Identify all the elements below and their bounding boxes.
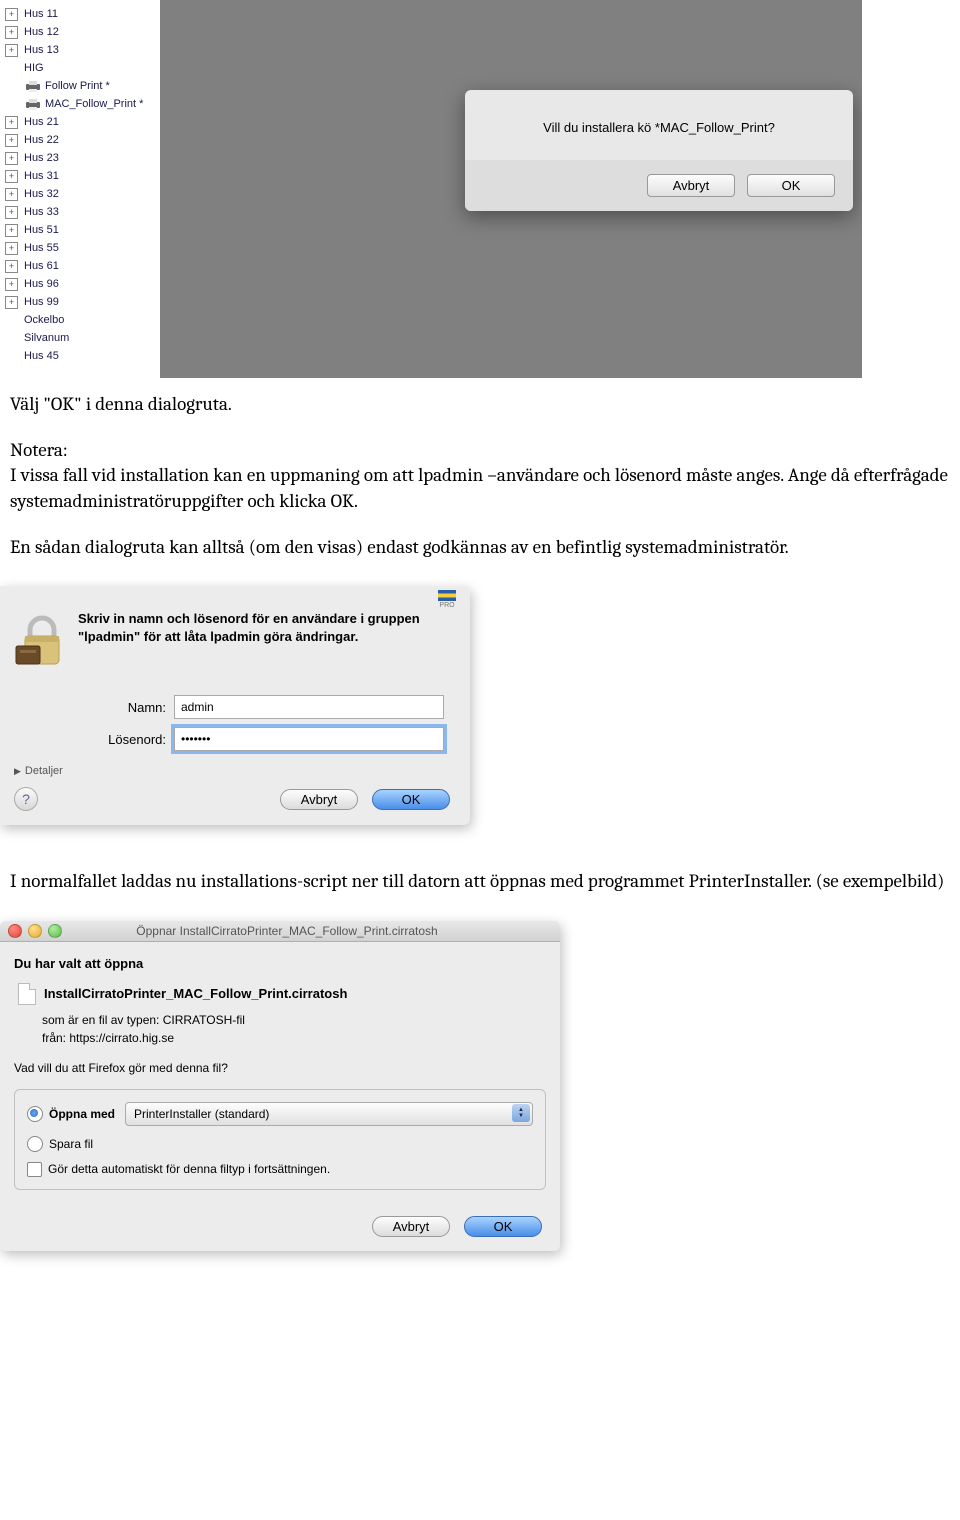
paragraph-2: Notera: I vissa fall vid installation ka… (0, 424, 960, 521)
ok-button[interactable]: OK (464, 1216, 542, 1237)
help-button[interactable]: ? (14, 787, 38, 811)
tree-item-silvanum[interactable]: Silvanum (5, 329, 160, 347)
printer-icon (24, 80, 42, 92)
tree-item-hus22[interactable]: +Hus 22 (5, 131, 160, 149)
tree-item-hus45[interactable]: Hus 45 (5, 347, 160, 365)
minimize-icon[interactable] (28, 924, 42, 938)
tree-item-hus96[interactable]: +Hus 96 (5, 275, 160, 293)
firefox-download-dialog: Öppnar InstallCirratoPrinter_MAC_Follow_… (0, 921, 560, 1251)
window-title: Öppnar InstallCirratoPrinter_MAC_Follow_… (62, 924, 552, 938)
checkbox-unchecked-icon[interactable] (27, 1162, 42, 1177)
name-label: Namn: (90, 700, 174, 715)
confirm-message: Vill du installera kö *MAC_Follow_Print? (465, 90, 853, 160)
expand-icon[interactable]: + (5, 170, 18, 183)
tree-item-follow-print[interactable]: Follow Print * (5, 77, 160, 95)
tree-item-hus23[interactable]: +Hus 23 (5, 149, 160, 167)
tree-item-ockelbo[interactable]: Ockelbo (5, 311, 160, 329)
locale-badge: PRO (438, 590, 456, 609)
install-confirm-dialog: Vill du installera kö *MAC_Follow_Print?… (465, 90, 853, 211)
sweden-flag-icon (438, 590, 456, 601)
expand-icon[interactable]: + (5, 278, 18, 291)
expand-icon[interactable]: + (5, 26, 18, 39)
download-filename: InstallCirratoPrinter_MAC_Follow_Print.c… (18, 983, 546, 1005)
paragraph-4: I normalfallet laddas nu installations-s… (0, 855, 960, 901)
file-type-line: som är en fil av typen: CIRRATOSH-fil (42, 1013, 546, 1027)
download-question: Vad vill du att Firefox gör med denna fi… (14, 1061, 546, 1075)
location-tree: +Hus 11 +Hus 12 +Hus 13 HIG Follow Print… (0, 0, 160, 378)
tree-item-hus33[interactable]: +Hus 33 (5, 203, 160, 221)
tree-item-mac-follow-print[interactable]: MAC_Follow_Print * (5, 95, 160, 113)
cancel-button[interactable]: Avbryt (280, 789, 358, 810)
expand-icon[interactable]: + (5, 152, 18, 165)
expand-icon[interactable]: + (5, 260, 18, 273)
expand-icon[interactable]: + (5, 44, 18, 57)
radio-unchecked-icon[interactable] (27, 1136, 43, 1152)
cancel-button[interactable]: Avbryt (372, 1216, 450, 1237)
tree-item-hus31[interactable]: +Hus 31 (5, 167, 160, 185)
lpadmin-auth-dialog: PRO Skriv in namn och lösenord för en an… (0, 586, 470, 825)
expand-icon[interactable]: + (5, 134, 18, 147)
tree-item-hus11[interactable]: +Hus 11 (5, 5, 160, 23)
password-label: Lösenord: (90, 732, 174, 747)
tree-item-hus13[interactable]: +Hus 13 (5, 41, 160, 59)
zoom-icon[interactable] (48, 924, 62, 938)
password-input[interactable] (174, 727, 444, 751)
auto-checkbox-row[interactable]: Gör detta automatiskt för denna filtyp i… (27, 1162, 533, 1177)
expand-icon[interactable]: + (5, 224, 18, 237)
close-icon[interactable] (8, 924, 22, 938)
tree-item-hus51[interactable]: +Hus 51 (5, 221, 160, 239)
auth-prompt: Skriv in namn och lösenord för en använd… (78, 608, 450, 677)
file-from-line: från: https://cirrato.hig.se (42, 1031, 546, 1045)
tree-item-hus32[interactable]: +Hus 32 (5, 185, 160, 203)
expand-icon[interactable]: + (5, 296, 18, 309)
name-input[interactable] (174, 695, 444, 719)
radio-checked-icon[interactable] (27, 1106, 43, 1122)
chevron-right-icon: ▶ (14, 766, 21, 777)
ok-button[interactable]: OK (747, 174, 835, 197)
expand-icon[interactable]: + (5, 206, 18, 219)
dropdown-arrows-icon: ▲▼ (512, 1104, 530, 1122)
tree-item-hus21[interactable]: +Hus 21 (5, 113, 160, 131)
expand-icon[interactable]: + (5, 242, 18, 255)
printer-icon (24, 98, 42, 110)
paragraph-1: Välj "OK" i denna dialogruta. (0, 378, 960, 424)
tree-item-hus99[interactable]: +Hus 99 (5, 293, 160, 311)
tree-item-hus55[interactable]: +Hus 55 (5, 239, 160, 257)
tree-item-hus12[interactable]: +Hus 12 (5, 23, 160, 41)
tree-item-hus61[interactable]: +Hus 61 (5, 257, 160, 275)
install-confirm-screenshot: +Hus 11 +Hus 12 +Hus 13 HIG Follow Print… (0, 0, 862, 378)
expand-icon[interactable]: + (5, 116, 18, 129)
tree-item-hig[interactable]: HIG (5, 59, 160, 77)
application-dropdown[interactable]: PrinterInstaller (standard) ▲▼ (125, 1102, 533, 1126)
expand-icon[interactable]: + (5, 8, 18, 21)
file-icon (18, 983, 36, 1005)
cancel-button[interactable]: Avbryt (647, 174, 735, 197)
save-file-option[interactable]: Spara fil (27, 1136, 533, 1152)
details-toggle[interactable]: ▶ Detaljer (0, 763, 470, 783)
paragraph-3: En sådan dialogruta kan alltså (om den v… (0, 521, 960, 567)
lock-icon (12, 608, 78, 677)
ok-button[interactable]: OK (372, 789, 450, 810)
expand-icon[interactable]: + (5, 188, 18, 201)
download-options: Öppna med PrinterInstaller (standard) ▲▼… (14, 1089, 546, 1190)
download-heading: Du har valt att öppna (14, 956, 546, 971)
open-with-option[interactable]: Öppna med PrinterInstaller (standard) ▲▼ (27, 1102, 533, 1126)
titlebar: Öppnar InstallCirratoPrinter_MAC_Follow_… (0, 921, 560, 942)
